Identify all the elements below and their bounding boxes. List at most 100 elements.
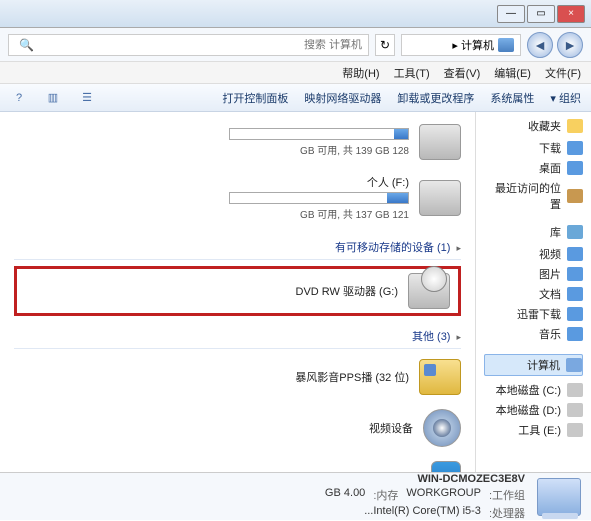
sidebar: 收藏夹 下载 桌面 最近访问的位置 库 视频 图片 文档 迅雷下载 音乐 计算机…: [475, 112, 591, 472]
xunlei-icon: [567, 307, 583, 321]
menu-view[interactable]: 查看(V): [444, 65, 481, 81]
sidebar-item-music[interactable]: 音乐: [484, 324, 583, 344]
status-computer-name: WIN-DCMOZEC3E8V: [325, 473, 525, 485]
sidebar-computer-head[interactable]: 计算机: [484, 354, 583, 376]
computer-icon: [566, 358, 582, 372]
nav-bar: ► ◄ 计算机 ▸ ↻ 🔍: [0, 28, 591, 62]
desktop-icon: [567, 161, 583, 175]
tool-netdrive[interactable]: 映射网络驱动器: [304, 90, 381, 106]
picture-icon: [567, 267, 583, 281]
star-icon: [567, 119, 583, 133]
sidebar-favorites-head[interactable]: 收藏夹: [484, 118, 583, 134]
close-button[interactable]: ×: [557, 5, 585, 23]
group-other[interactable]: 其他 (3): [14, 324, 461, 349]
search-icon: 🔍: [19, 38, 34, 52]
capacity-bar: [229, 128, 409, 140]
sidebar-item-videos[interactable]: 视频: [484, 244, 583, 264]
hdd-icon: [419, 180, 461, 216]
sidebar-item-label: 音乐: [539, 326, 561, 342]
drive-icon: [567, 383, 583, 397]
refresh-button[interactable]: ↻: [375, 34, 395, 56]
breadcrumb[interactable]: 计算机 ▸: [401, 34, 521, 56]
body-area: 收藏夹 下载 桌面 最近访问的位置 库 视频 图片 文档 迅雷下载 音乐 计算机…: [0, 112, 591, 472]
sidebar-head-label: 计算机: [527, 357, 560, 373]
dvd-icon: [408, 273, 450, 309]
sidebar-head-label: 库: [550, 224, 561, 240]
document-icon: [567, 287, 583, 301]
search-input[interactable]: [34, 39, 362, 51]
other-item-phone[interactable]: 我的手机: [14, 457, 461, 472]
minimize-button[interactable]: —: [497, 5, 525, 23]
app-folder-icon: [419, 359, 461, 395]
breadcrumb-label: 计算机 ▸: [452, 37, 494, 53]
drive-icon: [567, 403, 583, 417]
drive-name: DVD RW 驱动器 (G:): [25, 283, 398, 299]
sidebar-head-label: 收藏夹: [528, 118, 561, 134]
status-cpu-value: Intel(R) Core(TM) i5-3...: [364, 505, 481, 521]
library-icon: [567, 225, 583, 239]
main-panel: 128 GB 可用, 共 139 GB 个人 (F:) 121 GB 可用, 共…: [0, 112, 475, 472]
sidebar-item-label: 桌面: [539, 160, 561, 176]
drive-item-e[interactable]: 128 GB 可用, 共 139 GB: [14, 120, 461, 170]
sidebar-item-recent[interactable]: 最近访问的位置: [484, 178, 583, 214]
drive-capacity-text: 121 GB 可用, 共 137 GB: [14, 206, 409, 221]
search-box[interactable]: 🔍: [8, 34, 369, 56]
status-mem-value: 4.00 GB: [325, 487, 365, 503]
sidebar-item-drive-c[interactable]: 本地磁盘 (C:): [484, 380, 583, 400]
download-icon: [567, 141, 583, 155]
phone-icon: [431, 461, 461, 472]
group-removable[interactable]: 有可移动存储的设备 (1): [14, 235, 461, 260]
menu-file[interactable]: 文件(F): [545, 65, 581, 81]
status-cpu-label: 处理器:: [489, 505, 525, 521]
drive-name: 个人 (F:): [14, 174, 409, 190]
tool-props[interactable]: 系统属性: [490, 90, 534, 106]
status-workgroup-label: 工作组:: [489, 487, 525, 503]
sidebar-item-label: 迅雷下载: [517, 306, 561, 322]
tool-control[interactable]: 打开控制面板: [222, 90, 288, 106]
tool-organize[interactable]: 组织 ▾: [550, 90, 581, 106]
drive-item-f[interactable]: 个人 (F:) 121 GB 可用, 共 137 GB: [14, 170, 461, 231]
sidebar-item-label: 本地磁盘 (C:): [496, 382, 561, 398]
sidebar-item-drive-d[interactable]: 本地磁盘 (D:): [484, 400, 583, 420]
music-icon: [567, 327, 583, 341]
sidebar-item-xunlei[interactable]: 迅雷下载: [484, 304, 583, 324]
maximize-button[interactable]: ▭: [527, 5, 555, 23]
drive-item-dvd[interactable]: DVD RW 驱动器 (G:): [25, 273, 450, 309]
status-workgroup-value: WORKGROUP: [406, 487, 481, 503]
recent-icon: [567, 189, 583, 203]
status-mem-label: 内存:: [373, 487, 398, 503]
computer-large-icon: [537, 478, 581, 516]
help-icon[interactable]: ?: [10, 89, 28, 107]
window-buttons: × ▭ —: [497, 5, 585, 23]
drive-icon: [567, 423, 583, 437]
title-bar: × ▭ —: [0, 0, 591, 28]
menu-edit[interactable]: 编辑(E): [494, 65, 531, 81]
sidebar-item-documents[interactable]: 文档: [484, 284, 583, 304]
menu-tools[interactable]: 工具(T): [394, 65, 430, 81]
sidebar-item-desktop[interactable]: 桌面: [484, 158, 583, 178]
sidebar-item-label: 最近访问的位置: [490, 180, 561, 212]
menu-help[interactable]: 帮助(H): [342, 65, 379, 81]
webcam-icon: [423, 409, 461, 447]
sidebar-item-label: 本地磁盘 (D:): [496, 402, 561, 418]
sidebar-item-downloads[interactable]: 下载: [484, 138, 583, 158]
computer-icon: [498, 38, 514, 52]
sidebar-libraries-head[interactable]: 库: [484, 224, 583, 240]
sidebar-item-pictures[interactable]: 图片: [484, 264, 583, 284]
back-button[interactable]: ◄: [527, 32, 553, 58]
toolbar: 组织 ▾ 系统属性 卸载或更改程序 映射网络驱动器 打开控制面板 ☰ ▥ ?: [0, 84, 591, 112]
status-bar: WIN-DCMOZEC3E8V 工作组: WORKGROUP 内存: 4.00 …: [0, 472, 591, 520]
sidebar-item-label: 图片: [539, 266, 561, 282]
tool-uninstall[interactable]: 卸载或更改程序: [397, 90, 474, 106]
other-item-camera[interactable]: 视频设备: [14, 405, 461, 457]
capacity-bar: [229, 192, 409, 204]
highlight-annotation: DVD RW 驱动器 (G:): [14, 266, 461, 316]
sidebar-item-drive-e[interactable]: 工具 (E:): [484, 420, 583, 440]
preview-icon[interactable]: ▥: [44, 89, 62, 107]
view-icon[interactable]: ☰: [78, 89, 96, 107]
forward-button[interactable]: ►: [557, 32, 583, 58]
sidebar-item-label: 视频: [539, 246, 561, 262]
menu-bar: 文件(F) 编辑(E) 查看(V) 工具(T) 帮助(H): [0, 62, 591, 84]
sidebar-item-label: 工具 (E:): [518, 422, 561, 438]
other-item-pps[interactable]: 暴风影音PPS播 (32 位): [14, 355, 461, 405]
